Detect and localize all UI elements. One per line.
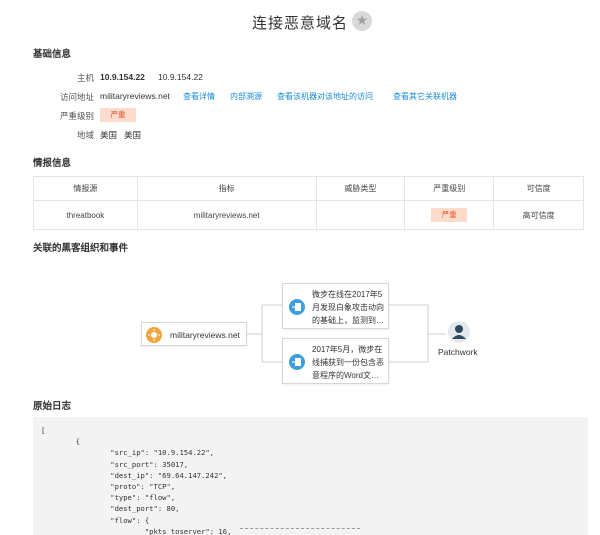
- hacker-group-label: Patchwork: [438, 347, 478, 357]
- raw-log-panel[interactable]: [ { "src_ip": "10.9.154.22", "src_port":…: [33, 417, 588, 535]
- sun-icon: [146, 327, 162, 343]
- event-card-1[interactable]: 微步在线在2017年5 月发现白象攻击动向 的基础上，监测到…: [282, 283, 389, 329]
- bottom-divider: [240, 528, 360, 532]
- event-card-2-text: 2017年5月，微步在 线捕获到一份包含恶 意程序的Word文…: [312, 345, 384, 380]
- document-link-icon: [289, 354, 305, 370]
- event-card-1-text: 微步在线在2017年5 月发现白象攻击动向 的基础上，监测到…: [312, 290, 384, 325]
- raw-log-heading: 原始日志: [33, 401, 72, 412]
- hacker-group-icon[interactable]: [448, 321, 470, 343]
- domain-node[interactable]: militaryreviews.net: [141, 322, 247, 346]
- raw-log-text: [ { "src_ip": "10.9.154.22", "src_port":…: [41, 426, 232, 535]
- event-card-2[interactable]: 2017年5月，微步在 线捕获到一份包含恶 意程序的Word文…: [282, 338, 389, 384]
- document-link-icon: [289, 299, 305, 315]
- domain-node-label: militaryreviews.net: [170, 330, 240, 340]
